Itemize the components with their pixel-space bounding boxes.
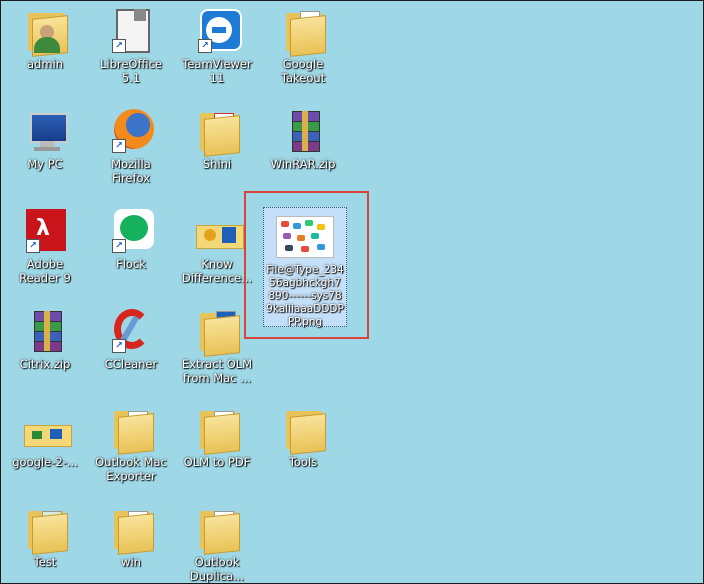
teamviewer-icon: ↗ (192, 7, 242, 55)
desktop-icon-firefox[interactable]: ↗ Mozilla Firefox (91, 107, 171, 186)
winrar-zip-icon (20, 307, 70, 355)
desktop-icon-flock[interactable]: ↗ Flock (91, 207, 171, 271)
desktop-icon-teamviewer[interactable]: ↗ TeamViewer 11 (177, 7, 257, 86)
file-icon (192, 207, 244, 255)
desktop-icon-test[interactable]: Test (5, 505, 85, 569)
shortcut-arrow-icon: ↗ (112, 239, 126, 253)
adobe-reader-icon: λ ↗ (20, 207, 70, 255)
shortcut-arrow-icon: ↗ (112, 139, 126, 153)
desktop-icon-citrix-zip[interactable]: Citrix.zip (5, 307, 85, 371)
shortcut-arrow-icon: ↗ (198, 39, 212, 53)
folder-icon (192, 505, 242, 555)
desktop-icon-outlook-duplica[interactable]: Outlook Duplica... (177, 505, 257, 584)
desktop-icon-outlook-mac-exporter[interactable]: Outlook Mac Exporter (91, 405, 171, 484)
file-icon (20, 405, 72, 453)
folder-icon (278, 7, 328, 57)
desktop-icon-google-takeout[interactable]: Google Takeout (263, 7, 343, 86)
folder-icon (192, 107, 242, 157)
user-folder-icon (20, 7, 70, 57)
desktop-icon-ccleaner[interactable]: ↗ CCleaner (91, 307, 171, 371)
ccleaner-icon: ↗ (106, 307, 156, 355)
firefox-icon: ↗ (106, 107, 156, 155)
desktop-icon-selected-png-file[interactable]: File@Type_23456agbhckgh7890------sys789k… (263, 207, 347, 328)
flock-icon: ↗ (106, 207, 156, 255)
folder-icon (192, 307, 242, 357)
desktop-icon-winrar-zip[interactable]: WinRAR.zip (263, 107, 343, 171)
shortcut-arrow-icon: ↗ (112, 339, 126, 353)
shortcut-arrow-icon: ↗ (26, 239, 40, 253)
desktop-icon-google-2[interactable]: google-2-... (5, 405, 85, 469)
computer-icon (20, 107, 70, 155)
desktop-icon-tools[interactable]: Tools (263, 405, 343, 469)
desktop-icon-libreoffice[interactable]: ↗ LibreOffice 5.1 (91, 7, 171, 86)
desktop-icon-my-pc[interactable]: My PC (5, 107, 85, 171)
libreoffice-icon: ↗ (106, 7, 156, 55)
desktop-icon-win[interactable]: win (91, 505, 171, 569)
folder-icon (106, 505, 156, 555)
desktop: admin ↗ LibreOffice 5.1 ↗ TeamViewer 11 … (0, 0, 704, 584)
winrar-zip-icon (278, 107, 328, 155)
shortcut-arrow-icon: ↗ (112, 39, 126, 53)
folder-icon (20, 505, 70, 555)
desktop-icon-adobe-reader[interactable]: λ ↗ Adobe Reader 9 (5, 207, 85, 286)
desktop-icon-admin[interactable]: admin (5, 7, 85, 71)
image-thumbnail-icon (276, 216, 334, 258)
folder-icon (106, 405, 156, 455)
desktop-icon-shini[interactable]: Shini (177, 107, 257, 171)
folder-icon (278, 405, 328, 455)
desktop-icon-olm-to-pdf[interactable]: OLM to PDF (177, 405, 257, 469)
folder-icon (192, 405, 242, 455)
